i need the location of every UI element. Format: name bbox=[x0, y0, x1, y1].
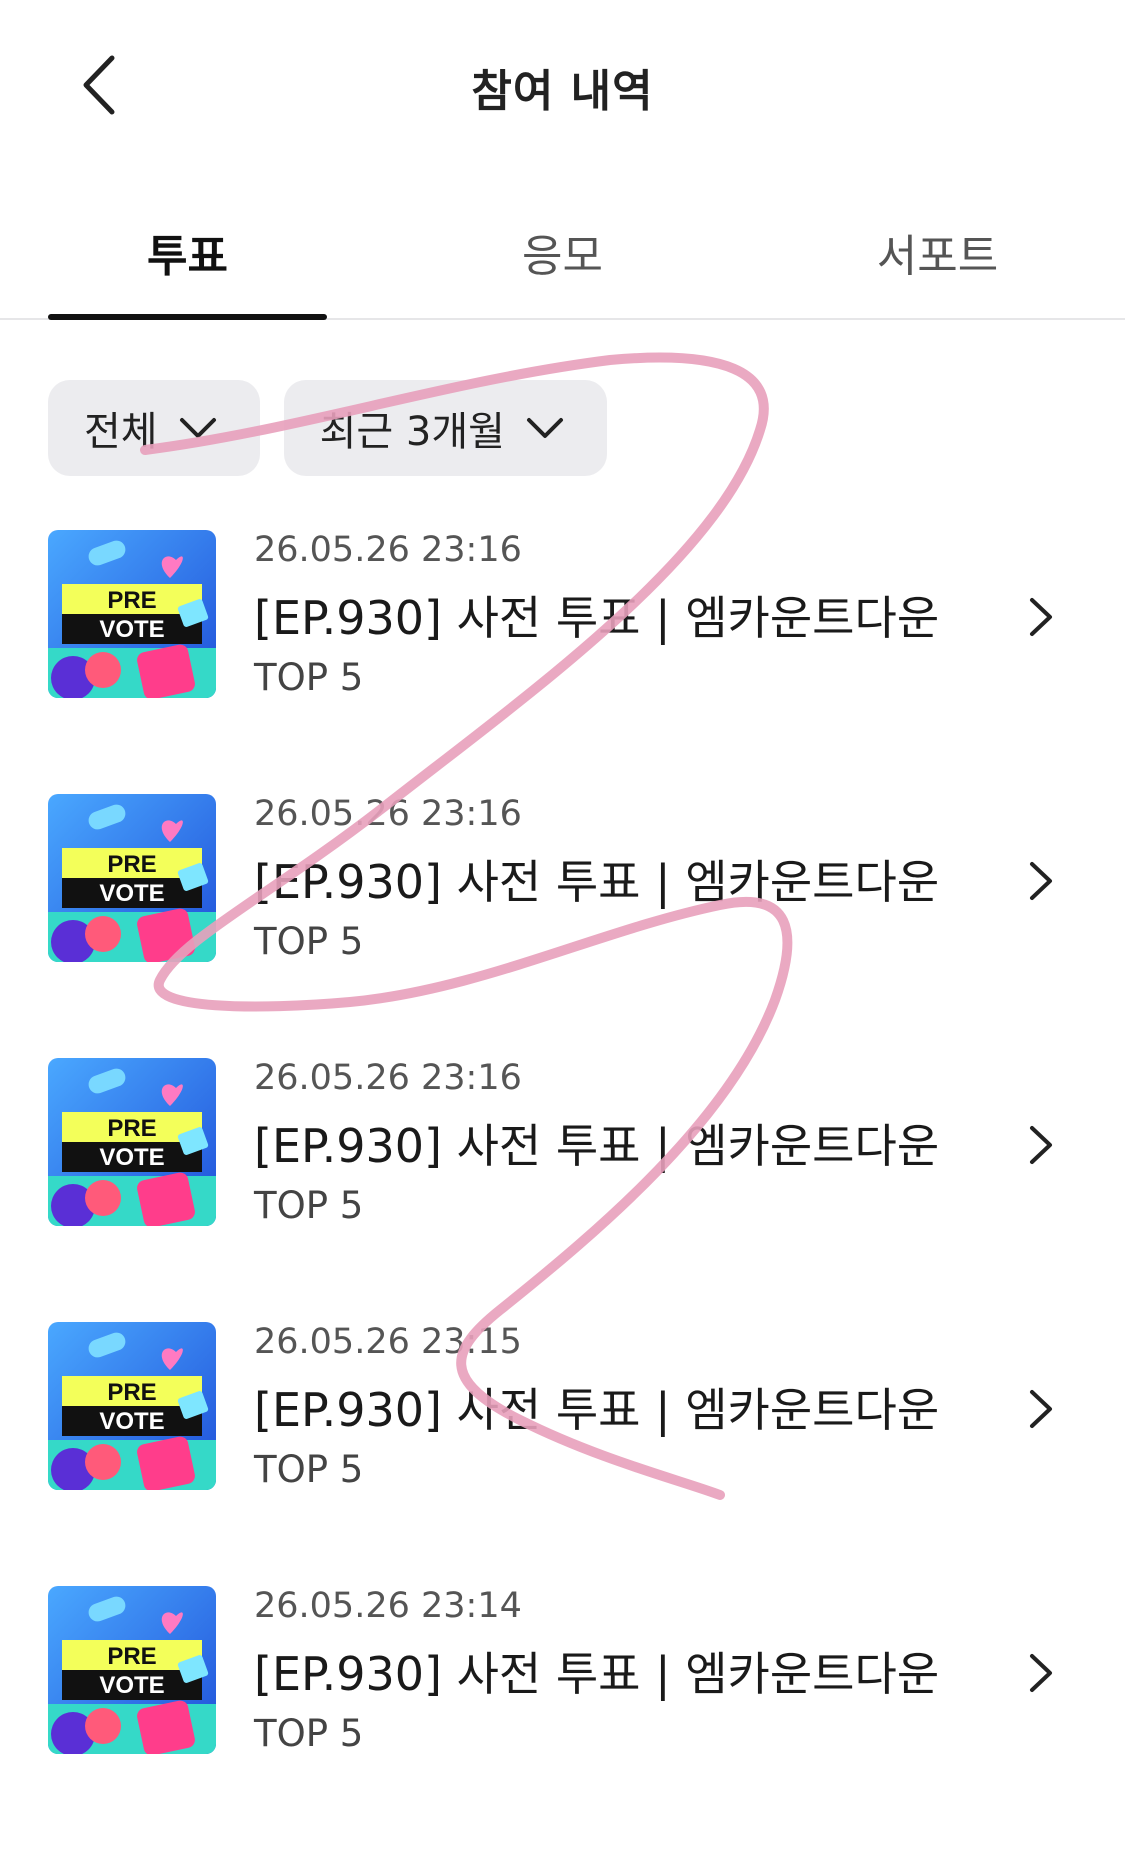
participation-list: PRE VOTE 26.05.26 23:16 [EP.930] 사전 투표 |… bbox=[48, 530, 1078, 1850]
filter-period-dropdown[interactable]: 최근 3개월 bbox=[283, 380, 607, 476]
chevron-down-icon bbox=[526, 418, 563, 438]
chevron-right-icon bbox=[1030, 862, 1052, 900]
pre-vote-thumbnail: PRE VOTE bbox=[48, 1586, 216, 1754]
thumb-text-vote: VOTE bbox=[99, 1672, 164, 1699]
item-rank: TOP 5 bbox=[254, 920, 364, 963]
item-date: 26.05.26 23:14 bbox=[254, 1586, 522, 1626]
thumb-text-pre: PRE bbox=[107, 851, 156, 878]
item-title: [EP.930] 사전 투표 | 엠카운트다운 bbox=[254, 855, 940, 909]
pre-vote-thumbnail: PRE VOTE bbox=[48, 530, 216, 698]
thumb-text-pre: PRE bbox=[107, 1643, 156, 1670]
thumb-text-vote: VOTE bbox=[99, 1144, 164, 1171]
pre-vote-thumbnail: PRE VOTE bbox=[48, 1322, 216, 1490]
item-title: [EP.930] 사전 투표 | 엠카운트다운 bbox=[254, 1383, 940, 1437]
page-title: 참여 내역 bbox=[471, 66, 654, 117]
pre-vote-thumbnail-art: PRE VOTE bbox=[48, 1058, 216, 1226]
tab-vote[interactable]: 투표 bbox=[0, 220, 375, 284]
item-date: 26.05.26 23:15 bbox=[254, 1322, 522, 1362]
filter-period-label: 최근 3개월 bbox=[319, 409, 505, 455]
item-date: 26.05.26 23:16 bbox=[254, 1058, 522, 1098]
list-item[interactable]: PRE VOTE 26.05.26 23:14 [EP.930] 사전 투표 |… bbox=[48, 1586, 1078, 1850]
tab-entry[interactable]: 응모 bbox=[375, 220, 750, 284]
chevron-right-icon bbox=[1030, 598, 1052, 636]
list-item[interactable]: PRE VOTE 26.05.26 23:16 [EP.930] 사전 투표 |… bbox=[48, 530, 1078, 794]
pre-vote-thumbnail-art: PRE VOTE bbox=[48, 530, 216, 698]
thumb-text-vote: VOTE bbox=[99, 616, 164, 643]
pre-vote-thumbnail: PRE VOTE bbox=[48, 794, 216, 962]
pre-vote-thumbnail: PRE VOTE bbox=[48, 1058, 216, 1226]
thumb-text-pre: PRE bbox=[107, 1115, 156, 1142]
pre-vote-thumbnail-art: PRE VOTE bbox=[48, 794, 216, 962]
item-date: 26.05.26 23:16 bbox=[254, 530, 522, 570]
thumb-text-pre: PRE bbox=[107, 587, 156, 614]
filter-bar: 전체 최근 3개월 bbox=[48, 380, 607, 476]
top-app-bar: 참여 내역 bbox=[0, 0, 1125, 170]
pre-vote-thumbnail-art: PRE VOTE bbox=[48, 1322, 216, 1490]
tab-bar: 투표 응모 서포트 bbox=[0, 200, 1125, 320]
item-title: [EP.930] 사전 투표 | 엠카운트다운 bbox=[254, 591, 940, 645]
list-item[interactable]: PRE VOTE 26.05.26 23:16 [EP.930] 사전 투표 |… bbox=[48, 1058, 1078, 1322]
list-item[interactable]: PRE VOTE 26.05.26 23:16 [EP.930] 사전 투표 |… bbox=[48, 794, 1078, 1058]
item-rank: TOP 5 bbox=[254, 1712, 364, 1755]
tab-support[interactable]: 서포트 bbox=[750, 220, 1125, 284]
item-date: 26.05.26 23:16 bbox=[254, 794, 522, 834]
thumb-text-vote: VOTE bbox=[99, 880, 164, 907]
item-rank: TOP 5 bbox=[254, 1184, 364, 1227]
item-rank: TOP 5 bbox=[254, 656, 364, 699]
chevron-down-icon bbox=[179, 418, 216, 438]
item-rank: TOP 5 bbox=[254, 1448, 364, 1491]
thumb-text-vote: VOTE bbox=[99, 1408, 164, 1435]
chevron-right-icon bbox=[1030, 1390, 1052, 1428]
pre-vote-thumbnail-art: PRE VOTE bbox=[48, 1586, 216, 1754]
chevron-right-icon bbox=[1030, 1126, 1052, 1164]
item-title: [EP.930] 사전 투표 | 엠카운트다운 bbox=[254, 1119, 940, 1173]
chevron-right-icon bbox=[1030, 1654, 1052, 1692]
active-tab-indicator bbox=[48, 314, 327, 320]
filter-category-dropdown[interactable]: 전체 bbox=[48, 380, 260, 476]
list-item[interactable]: PRE VOTE 26.05.26 23:15 [EP.930] 사전 투표 |… bbox=[48, 1322, 1078, 1586]
item-title: [EP.930] 사전 투표 | 엠카운트다운 bbox=[254, 1647, 940, 1701]
filter-category-label: 전체 bbox=[84, 409, 158, 455]
thumb-text-pre: PRE bbox=[107, 1379, 156, 1406]
